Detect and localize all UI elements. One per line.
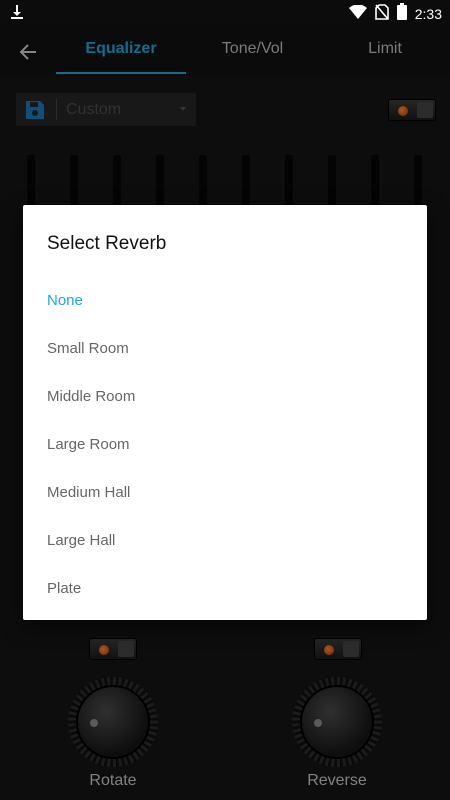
- status-bar: 2:33: [0, 0, 450, 26]
- wifi-icon: [348, 3, 367, 24]
- status-time: 2:33: [414, 6, 442, 22]
- reverb-option-small-room[interactable]: Small Room: [23, 325, 427, 373]
- reverb-option-middle-room[interactable]: Middle Room: [23, 373, 427, 421]
- reverb-option-large-hall[interactable]: Large Hall: [23, 517, 427, 565]
- dialog-title: Select Reverb: [47, 233, 167, 254]
- reverb-option-large-room[interactable]: Large Room: [23, 421, 427, 469]
- reverb-option-none[interactable]: None: [23, 277, 427, 325]
- download-icon: [10, 4, 24, 25]
- reverb-option-plate[interactable]: Plate: [23, 565, 427, 613]
- reverb-option-medium-hall[interactable]: Medium Hall: [23, 469, 427, 517]
- no-sim-icon: [374, 3, 389, 25]
- select-reverb-dialog: Select Reverb None Small Room Middle Roo…: [23, 205, 427, 620]
- battery-icon: [396, 3, 407, 25]
